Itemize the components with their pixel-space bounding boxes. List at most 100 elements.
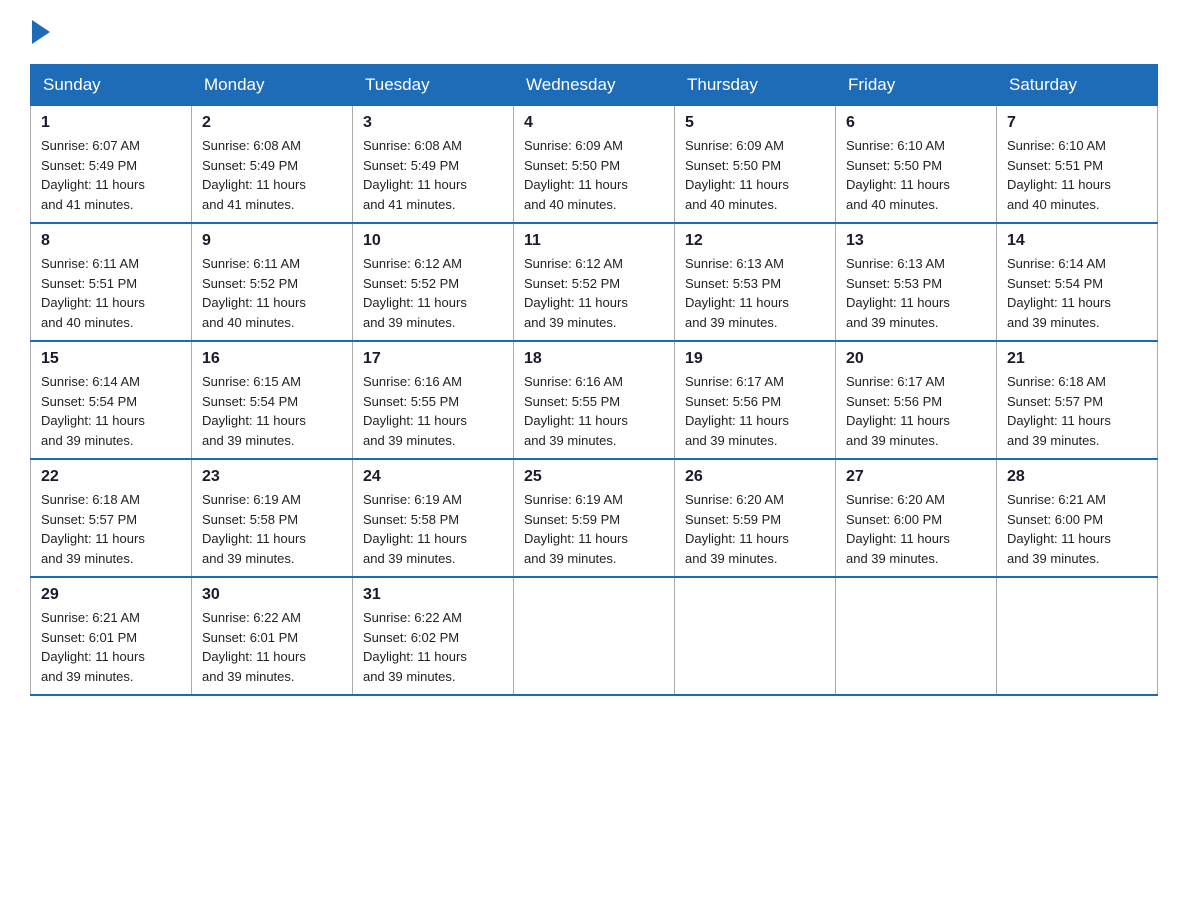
day-number: 28 — [1007, 468, 1147, 486]
calendar-cell: 17Sunrise: 6:16 AM Sunset: 5:55 PM Dayli… — [353, 341, 514, 459]
day-number: 30 — [202, 586, 342, 604]
calendar-cell: 24 Sunrise: 6:19 AM Sunset: 5:58 PM Dayli… — [353, 459, 514, 577]
day-info: Sunrise: 6:08 AM Sunset: 5:49 PM Dayligh… — [363, 136, 503, 214]
calendar-cell: 10 Sunrise: 6:12 AM Sunset: 5:52 PM Dayli… — [353, 223, 514, 341]
calendar-week-row: 15 Sunrise: 6:14 AM Sunset: 5:54 PM Dayli… — [31, 341, 1158, 459]
col-header-monday: Monday — [192, 65, 353, 106]
calendar-cell: 7 Sunrise: 6:10 AM Sunset: 5:51 PM Daylig… — [997, 106, 1158, 224]
calendar-cell: 31Sunrise: 6:22 AM Sunset: 6:02 PM Dayli… — [353, 577, 514, 695]
logo-arrow-icon — [32, 20, 50, 44]
calendar-cell: 28 Sunrise: 6:21 AM Sunset: 6:00 PM Dayli… — [997, 459, 1158, 577]
calendar-week-row: 22 Sunrise: 6:18 AM Sunset: 5:57 PM Dayli… — [31, 459, 1158, 577]
day-info: Sunrise: 6:19 AM Sunset: 5:58 PM Dayligh… — [202, 490, 342, 568]
logo — [30, 20, 52, 44]
col-header-thursday: Thursday — [675, 65, 836, 106]
calendar-cell: 14 Sunrise: 6:14 AM Sunset: 5:54 PM Dayli… — [997, 223, 1158, 341]
day-info: Sunrise: 6:07 AM Sunset: 5:49 PM Dayligh… — [41, 136, 181, 214]
calendar-cell: 20 Sunrise: 6:17 AM Sunset: 5:56 PM Dayli… — [836, 341, 997, 459]
calendar-cell: 27 Sunrise: 6:20 AM Sunset: 6:00 PM Dayli… — [836, 459, 997, 577]
day-info: Sunrise: 6:17 AM Sunset: 5:56 PM Dayligh… — [685, 372, 825, 450]
calendar-cell: 18 Sunrise: 6:16 AM Sunset: 5:55 PM Dayli… — [514, 341, 675, 459]
page-header — [30, 20, 1158, 44]
calendar-cell: 3 Sunrise: 6:08 AM Sunset: 5:49 PM Daylig… — [353, 106, 514, 224]
col-header-sunday: Sunday — [31, 65, 192, 106]
day-info: Sunrise: 6:08 AM Sunset: 5:49 PM Dayligh… — [202, 136, 342, 214]
day-info: Sunrise: 6:10 AM Sunset: 5:51 PM Dayligh… — [1007, 136, 1147, 214]
day-number: 2 — [202, 114, 342, 132]
calendar-cell: 5 Sunrise: 6:09 AM Sunset: 5:50 PM Daylig… — [675, 106, 836, 224]
calendar-cell: 9 Sunrise: 6:11 AM Sunset: 5:52 PM Daylig… — [192, 223, 353, 341]
day-number: 26 — [685, 468, 825, 486]
col-header-tuesday: Tuesday — [353, 65, 514, 106]
day-number: 1 — [41, 114, 181, 132]
day-number: 7 — [1007, 114, 1147, 132]
day-info: Sunrise: 6:12 AM Sunset: 5:52 PM Dayligh… — [363, 254, 503, 332]
calendar-cell: 15 Sunrise: 6:14 AM Sunset: 5:54 PM Dayli… — [31, 341, 192, 459]
day-number: 11 — [524, 232, 664, 250]
day-info: Sunrise: 6:11 AM Sunset: 5:52 PM Dayligh… — [202, 254, 342, 332]
day-info: Sunrise: 6:11 AM Sunset: 5:51 PM Dayligh… — [41, 254, 181, 332]
day-number: 5 — [685, 114, 825, 132]
day-info: Sunrise: 6:18 AM Sunset: 5:57 PM Dayligh… — [1007, 372, 1147, 450]
day-info: Sunrise: 6:19 AM Sunset: 5:59 PM Dayligh… — [524, 490, 664, 568]
calendar-cell: 21 Sunrise: 6:18 AM Sunset: 5:57 PM Dayli… — [997, 341, 1158, 459]
day-number: 6 — [846, 114, 986, 132]
day-number: 14 — [1007, 232, 1147, 250]
day-info: Sunrise: 6:20 AM Sunset: 6:00 PM Dayligh… — [846, 490, 986, 568]
calendar-cell — [836, 577, 997, 695]
calendar-week-row: 1 Sunrise: 6:07 AM Sunset: 5:49 PM Daylig… — [31, 106, 1158, 224]
calendar-cell: 8 Sunrise: 6:11 AM Sunset: 5:51 PM Daylig… — [31, 223, 192, 341]
col-header-wednesday: Wednesday — [514, 65, 675, 106]
calendar-table: SundayMondayTuesdayWednesdayThursdayFrid… — [30, 64, 1158, 696]
day-info: Sunrise: 6:13 AM Sunset: 5:53 PM Dayligh… — [685, 254, 825, 332]
calendar-cell — [514, 577, 675, 695]
day-info: Sunrise: 6:14 AM Sunset: 5:54 PM Dayligh… — [41, 372, 181, 450]
day-number: 4 — [524, 114, 664, 132]
day-info: Sunrise: 6:21 AM Sunset: 6:00 PM Dayligh… — [1007, 490, 1147, 568]
day-info: Sunrise: 6:14 AM Sunset: 5:54 PM Dayligh… — [1007, 254, 1147, 332]
day-number: 16 — [202, 350, 342, 368]
day-number: 12 — [685, 232, 825, 250]
day-number: 15 — [41, 350, 181, 368]
calendar-cell: 16Sunrise: 6:15 AM Sunset: 5:54 PM Dayli… — [192, 341, 353, 459]
calendar-cell — [997, 577, 1158, 695]
calendar-cell: 11 Sunrise: 6:12 AM Sunset: 5:52 PM Dayli… — [514, 223, 675, 341]
calendar-cell: 12 Sunrise: 6:13 AM Sunset: 5:53 PM Dayli… — [675, 223, 836, 341]
day-number: 8 — [41, 232, 181, 250]
calendar-cell: 19Sunrise: 6:17 AM Sunset: 5:56 PM Dayli… — [675, 341, 836, 459]
day-info: Sunrise: 6:21 AM Sunset: 6:01 PM Dayligh… — [41, 608, 181, 686]
day-number: 13 — [846, 232, 986, 250]
day-number: 27 — [846, 468, 986, 486]
day-info: Sunrise: 6:17 AM Sunset: 5:56 PM Dayligh… — [846, 372, 986, 450]
day-number: 29 — [41, 586, 181, 604]
calendar-cell: 1 Sunrise: 6:07 AM Sunset: 5:49 PM Daylig… — [31, 106, 192, 224]
day-number: 3 — [363, 114, 503, 132]
day-info: Sunrise: 6:09 AM Sunset: 5:50 PM Dayligh… — [685, 136, 825, 214]
day-number: 22 — [41, 468, 181, 486]
day-info: Sunrise: 6:18 AM Sunset: 5:57 PM Dayligh… — [41, 490, 181, 568]
calendar-week-row: 29 Sunrise: 6:21 AM Sunset: 6:01 PM Dayli… — [31, 577, 1158, 695]
calendar-cell: 4Sunrise: 6:09 AM Sunset: 5:50 PM Daylig… — [514, 106, 675, 224]
calendar-cell: 2 Sunrise: 6:08 AM Sunset: 5:49 PM Daylig… — [192, 106, 353, 224]
day-info: Sunrise: 6:16 AM Sunset: 5:55 PM Dayligh… — [363, 372, 503, 450]
day-number: 21 — [1007, 350, 1147, 368]
day-info: Sunrise: 6:10 AM Sunset: 5:50 PM Dayligh… — [846, 136, 986, 214]
day-number: 25 — [524, 468, 664, 486]
col-header-friday: Friday — [836, 65, 997, 106]
day-number: 20 — [846, 350, 986, 368]
day-info: Sunrise: 6:12 AM Sunset: 5:52 PM Dayligh… — [524, 254, 664, 332]
calendar-week-row: 8 Sunrise: 6:11 AM Sunset: 5:51 PM Daylig… — [31, 223, 1158, 341]
day-info: Sunrise: 6:16 AM Sunset: 5:55 PM Dayligh… — [524, 372, 664, 450]
day-number: 23 — [202, 468, 342, 486]
calendar-cell — [675, 577, 836, 695]
calendar-cell: 26Sunrise: 6:20 AM Sunset: 5:59 PM Dayli… — [675, 459, 836, 577]
day-number: 24 — [363, 468, 503, 486]
day-info: Sunrise: 6:19 AM Sunset: 5:58 PM Dayligh… — [363, 490, 503, 568]
calendar-cell: 23 Sunrise: 6:19 AM Sunset: 5:58 PM Dayli… — [192, 459, 353, 577]
day-number: 18 — [524, 350, 664, 368]
calendar-cell: 25 Sunrise: 6:19 AM Sunset: 5:59 PM Dayli… — [514, 459, 675, 577]
day-number: 9 — [202, 232, 342, 250]
col-header-saturday: Saturday — [997, 65, 1158, 106]
day-number: 31 — [363, 586, 503, 604]
day-number: 10 — [363, 232, 503, 250]
